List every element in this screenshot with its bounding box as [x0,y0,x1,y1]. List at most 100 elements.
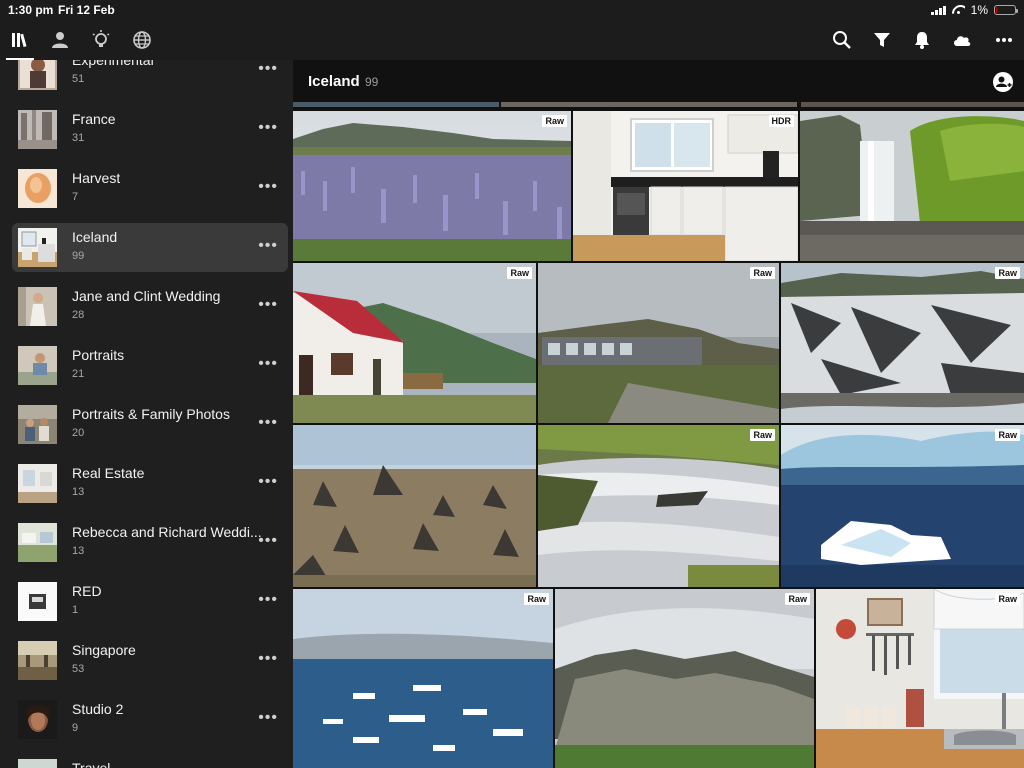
photo-badge: Raw [995,593,1020,605]
album-thumbnail [18,110,57,149]
status-right: 1% [930,3,1018,17]
album-name: Harvest [72,170,121,186]
album-count: 13 [72,545,85,557]
album-count: 28 [72,309,85,321]
album-item-experimental[interactable]: Experimental 51 ••• [12,60,288,95]
photo-thumbnail[interactable]: Raw [781,425,1024,587]
album-sidebar: Experimental 51 ••• France 31 ••• Harves… [0,60,293,768]
album-more-button[interactable]: ••• [258,237,278,255]
photo-badge: Raw [542,115,567,127]
album-count: 7 [72,191,79,203]
photo-thumbnail[interactable]: Raw [781,263,1024,423]
discover-icon[interactable] [128,26,156,54]
filter-icon[interactable] [868,26,896,54]
photo-grid: Raw HDR Raw Raw Raw Raw Raw Raw Raw Raw [293,102,1024,768]
album-item-jane-and-clint-wedding[interactable]: Jane and Clint Wedding 28 ••• [12,282,288,331]
photo-thumbnail[interactable]: Raw [538,425,779,587]
album-thumbnail [18,759,57,768]
library-icon[interactable] [6,26,34,60]
album-more-button[interactable]: ••• [258,296,278,314]
album-thumbnail [18,700,57,739]
album-item-harvest[interactable]: Harvest 7 ••• [12,164,288,213]
photo-thumbnail[interactable]: Raw [293,589,553,768]
cellular-signal-icon [930,5,946,15]
album-thumbnail [18,641,57,680]
photo-thumbnail[interactable] [293,425,536,587]
album-name: Portraits [72,347,125,363]
album-name: Singapore [72,642,136,658]
album-name: Studio 2 [72,701,124,717]
album-item-portraits[interactable]: Portraits 21 ••• [12,341,288,390]
photo-thumbnail[interactable]: Raw [293,111,571,261]
learn-icon[interactable] [87,26,115,54]
album-thumbnail [18,464,57,503]
album-count: 31 [72,132,85,144]
album-more-button[interactable]: ••• [258,709,278,727]
album-name: Travel [72,760,111,768]
photo-thumbnail[interactable]: Raw [555,589,814,768]
album-item-real-estate[interactable]: Real Estate 13 ••• [12,459,288,508]
people-icon[interactable] [46,26,74,54]
photo-thumbnail[interactable]: Raw [293,263,536,423]
album-count: 1 [72,604,79,616]
photo-thumbnail[interactable]: Raw [538,263,779,423]
battery-percent: 1% [970,3,988,17]
album-more-button[interactable]: ••• [258,178,278,196]
partial-photo-row [293,102,1024,109]
album-more-button[interactable]: ••• [258,650,278,668]
photo-thumbnail[interactable] [800,111,1024,261]
album-name: Rebecca and Richard Weddi... [72,524,262,540]
album-title: Iceland [308,73,360,90]
share-album-icon[interactable] [992,71,1014,93]
album-count: 13 [72,486,85,498]
more-icon[interactable] [990,26,1018,54]
photo-thumbnail[interactable]: HDR [573,111,798,261]
status-time: 1:30 pm [8,3,54,17]
album-count: 20 [72,427,85,439]
album-item-singapore[interactable]: Singapore 53 ••• [12,636,288,685]
status-bar: 1:30 pm Fri 12 Feb 1% [0,0,1024,20]
album-thumbnail [18,346,57,385]
album-more-button[interactable]: ••• [258,355,278,373]
top-toolbar [0,20,1024,60]
album-more-button[interactable]: ••• [258,414,278,432]
album-name: Experimental [72,60,154,68]
album-more-button[interactable]: ••• [258,119,278,137]
album-thumbnail [18,523,57,562]
notifications-icon[interactable] [908,26,936,54]
album-count: 51 [72,73,85,85]
album-thumbnail [18,405,57,444]
album-count: 53 [72,663,85,675]
cloud-icon[interactable] [948,26,976,54]
album-thumbnail [18,228,57,267]
album-item-rebecca-and-richard-wedding[interactable]: Rebecca and Richard Weddi... 13 ••• [12,518,288,567]
photo-thumbnail[interactable]: Raw [816,589,1024,768]
album-item-france[interactable]: France 31 ••• [12,105,288,154]
photo-badge: Raw [750,429,775,441]
album-item-iceland[interactable]: Iceland 99 ••• [12,223,288,272]
album-name: Iceland [72,229,118,245]
search-icon[interactable] [828,26,856,54]
status-date: Fri 12 Feb [58,3,115,17]
album-count: 21 [72,368,85,380]
album-item-portraits-and-family-photos[interactable]: Portraits & Family Photos 20 ••• [12,400,288,449]
album-photo-count: 99 [365,75,379,89]
album-name: Jane and Clint Wedding [72,288,221,304]
album-item-travel[interactable]: Travel [12,754,288,768]
album-name: Portraits & Family Photos [72,406,230,422]
album-more-button[interactable]: ••• [258,591,278,609]
album-more-button[interactable]: ••• [258,532,278,550]
wifi-icon [952,5,965,15]
album-thumbnail [18,60,57,90]
album-more-button[interactable]: ••• [258,473,278,491]
album-name: Real Estate [72,465,145,481]
album-thumbnail [18,169,57,208]
album-thumbnail [18,582,57,621]
album-item-studio-2[interactable]: Studio 2 9 ••• [12,695,288,744]
album-item-red[interactable]: RED 1 ••• [12,577,288,626]
photo-badge: Raw [785,593,810,605]
album-more-button[interactable]: ••• [258,60,278,78]
album-thumbnail [18,287,57,326]
photo-badge: Raw [995,267,1020,279]
photo-badge: Raw [524,593,549,605]
